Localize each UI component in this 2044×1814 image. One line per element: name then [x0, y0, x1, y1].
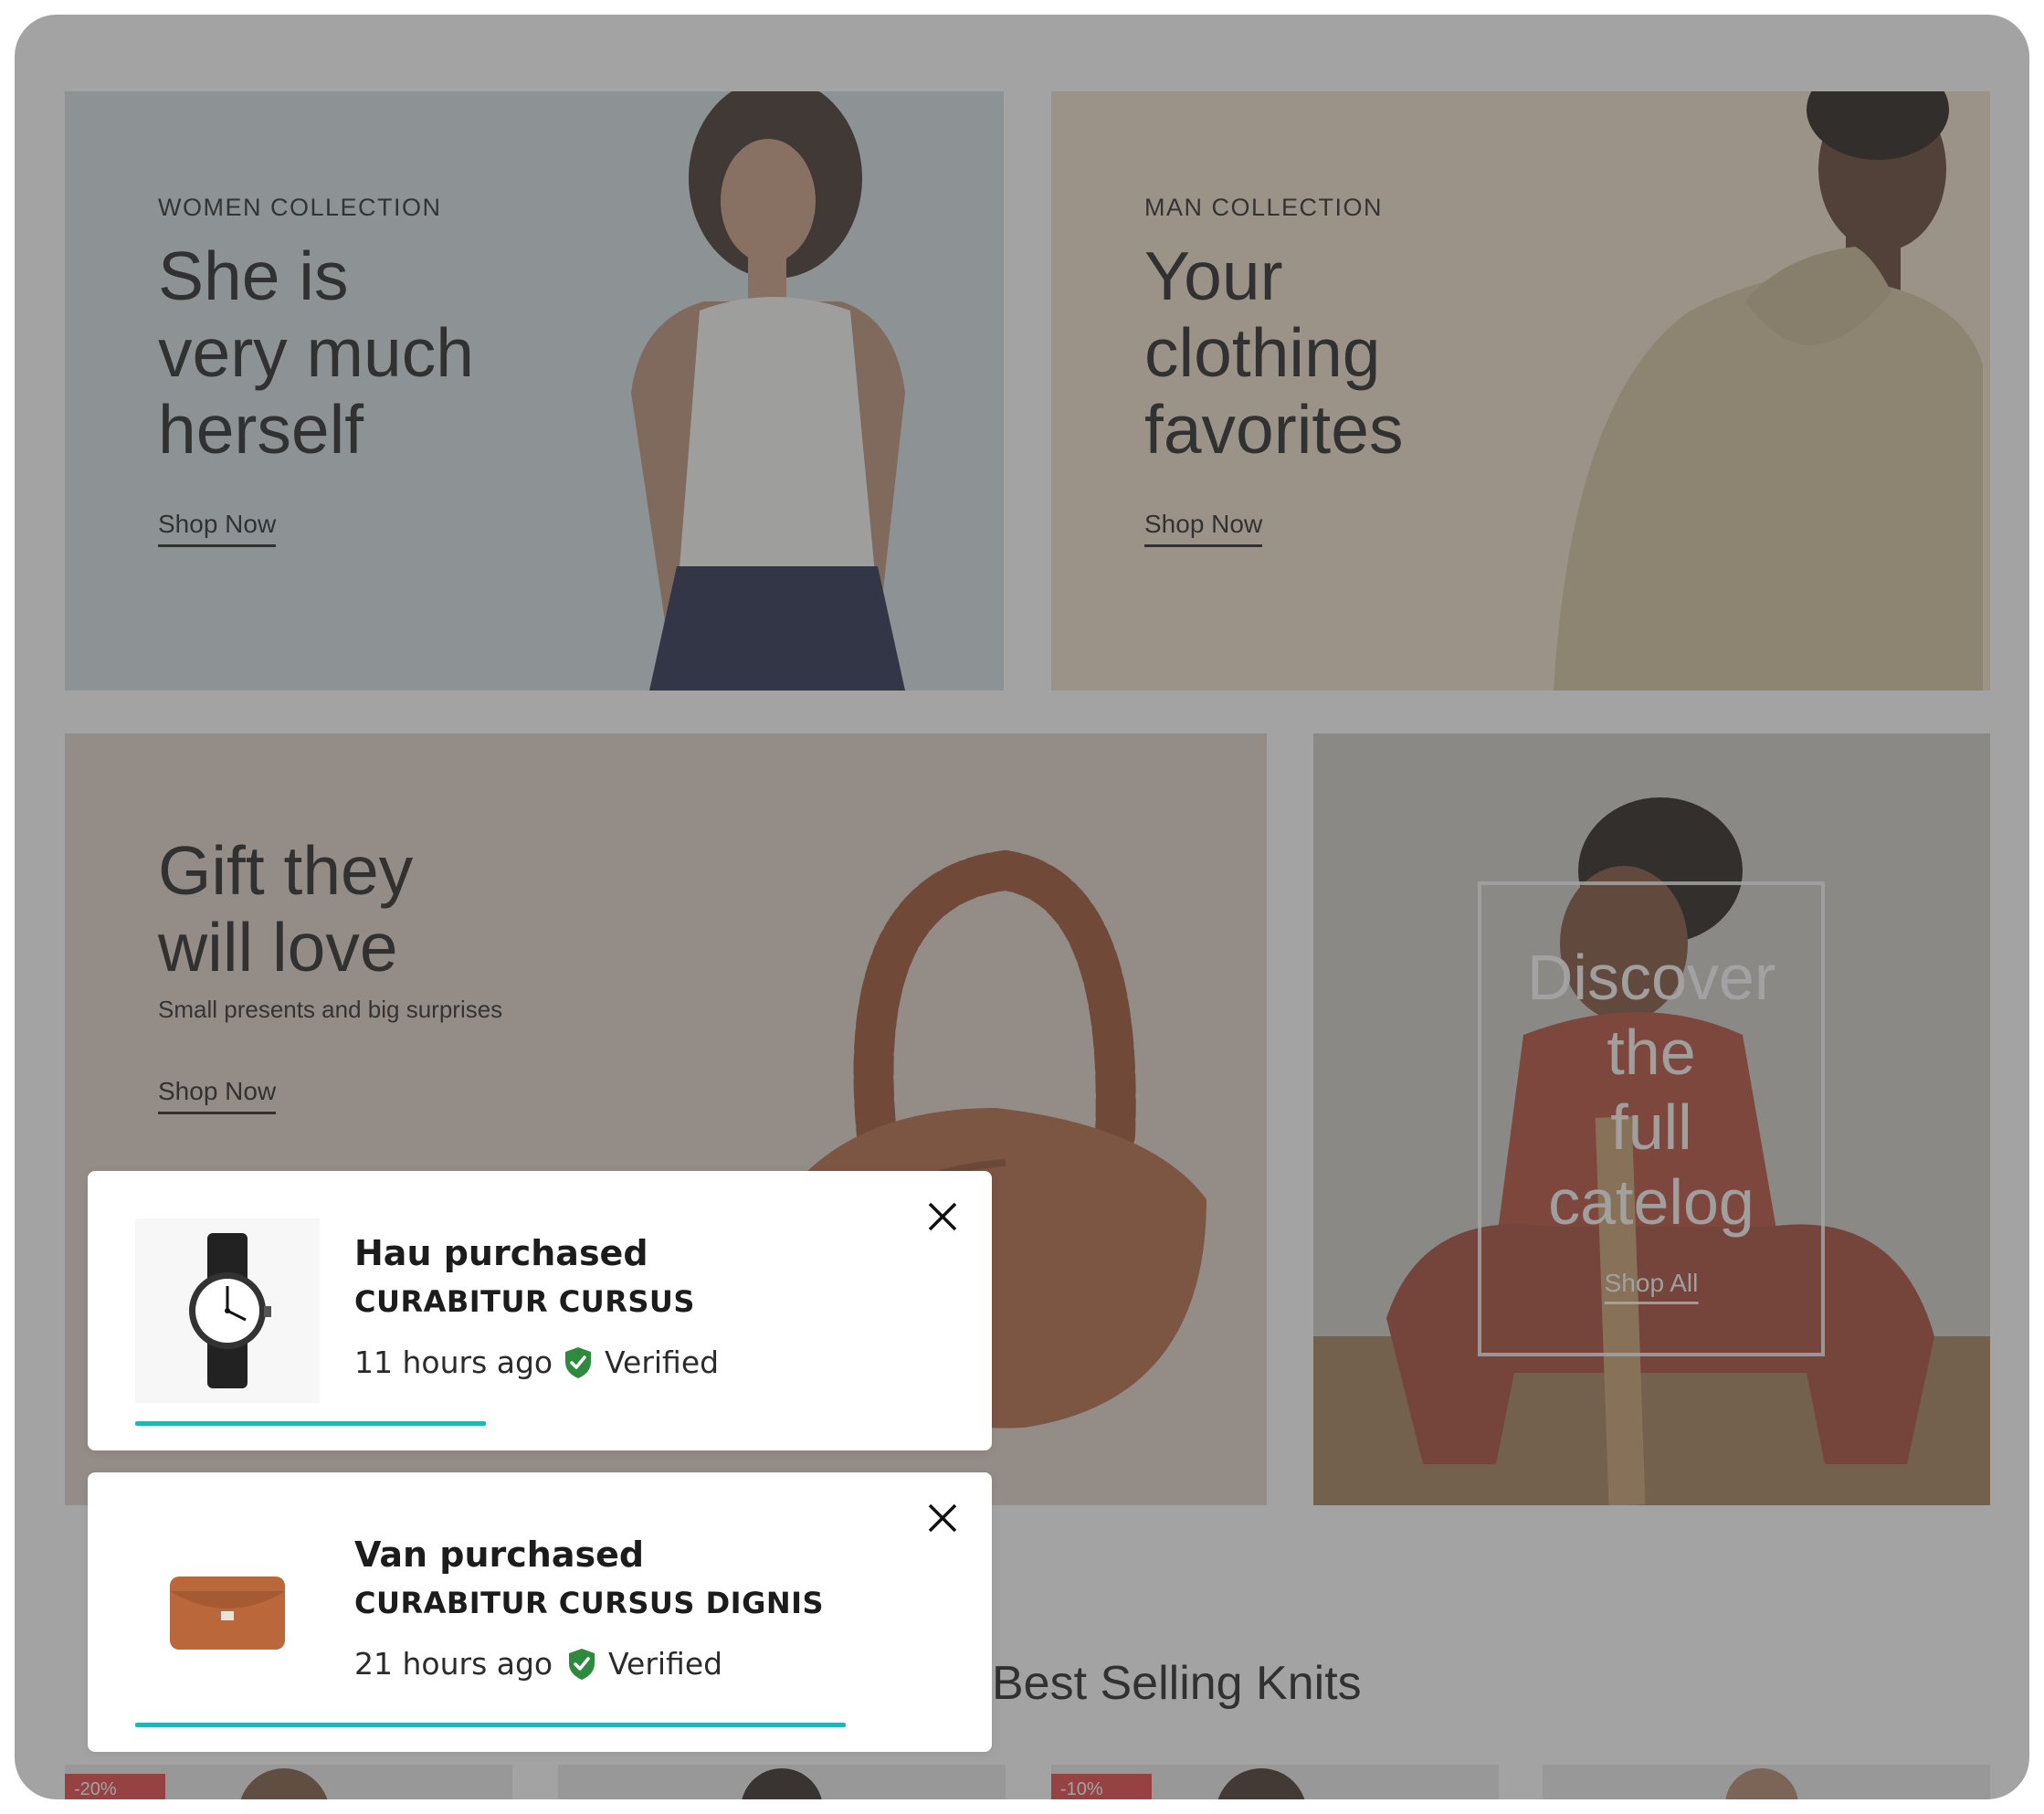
verified-label: Verified — [608, 1646, 723, 1682]
dismiss-progress-bar — [135, 1421, 486, 1426]
wallet-icon — [170, 1577, 285, 1650]
purchase-notification: Hau purchased CURABITUR CURSUS 11 hours … — [88, 1171, 992, 1450]
time-ago: 11 hours ago — [354, 1345, 553, 1380]
app-window: WOMEN COLLECTION She is very much hersel… — [15, 15, 2029, 1799]
product-name[interactable]: CURABITUR CURSUS — [354, 1284, 695, 1319]
shield-check-icon — [565, 1346, 591, 1378]
storefront-page: WOMEN COLLECTION She is very much hersel… — [15, 15, 2029, 1799]
time-ago: 21 hours ago — [354, 1646, 553, 1682]
close-icon[interactable] — [924, 1500, 961, 1536]
product-thumbnail — [135, 1520, 320, 1704]
verified-badge: Verified — [566, 1646, 722, 1682]
verified-label: Verified — [605, 1345, 720, 1380]
buyer-text: Hau purchased — [354, 1233, 648, 1273]
purchase-notification: Van purchased CURABITUR CURSUS DIGNIS 21… — [88, 1472, 992, 1752]
product-name[interactable]: CURABITUR CURSUS DIGNIS — [354, 1586, 824, 1620]
buyer-text: Van purchased — [354, 1535, 645, 1575]
close-icon[interactable] — [924, 1198, 961, 1235]
watch-icon — [189, 1233, 271, 1388]
shield-check-icon — [569, 1648, 595, 1680]
product-thumbnail — [135, 1218, 320, 1403]
dismiss-progress-bar — [135, 1723, 846, 1727]
verified-badge: Verified — [563, 1345, 719, 1380]
